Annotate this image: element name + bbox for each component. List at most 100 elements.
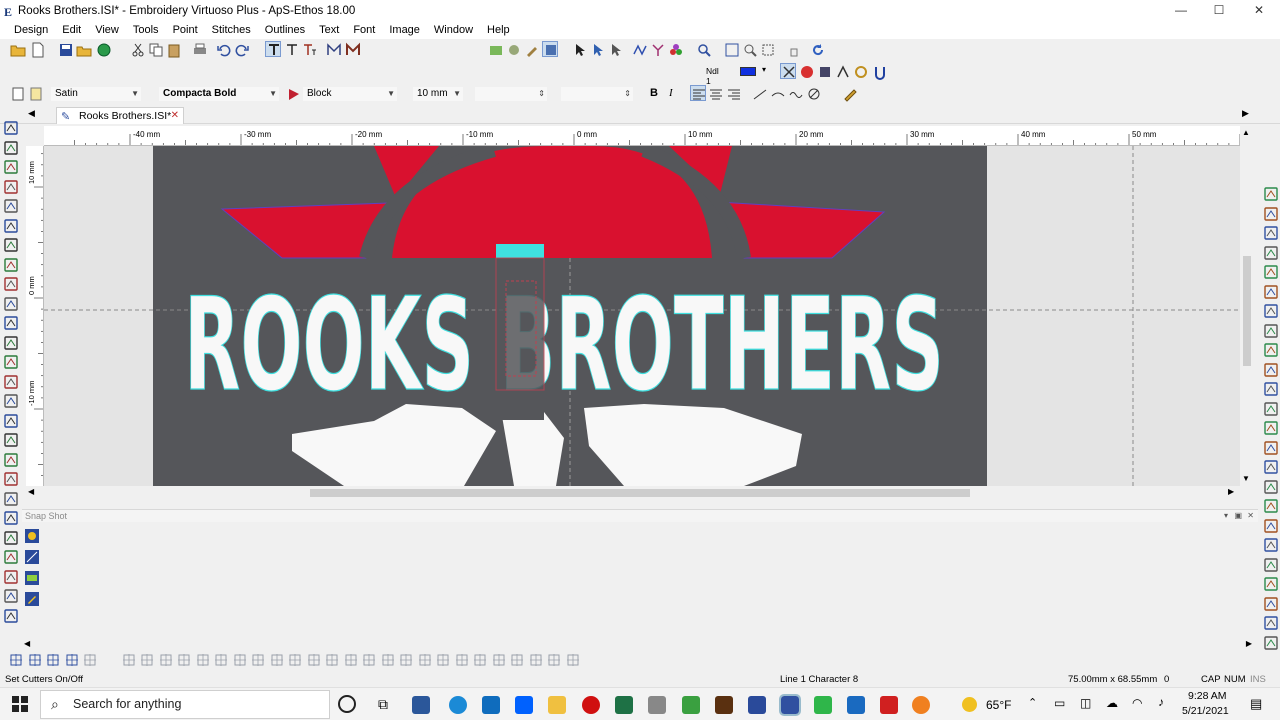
tab-rooks-brothers[interactable]: ✎ Rooks Brothers.ISI* ✕: [56, 107, 184, 124]
file-explorer-icon[interactable]: [548, 696, 566, 714]
align-tool-icon[interactable]: [176, 652, 192, 668]
align-tool-icon[interactable]: [361, 652, 377, 668]
green-app-icon[interactable]: [682, 696, 700, 714]
snap-panel-scrollbar[interactable]: ◀ ▶: [22, 639, 1258, 650]
align-tool-icon[interactable]: [417, 652, 433, 668]
text-size-select[interactable]: 10 mm ▼: [412, 86, 464, 102]
word-app-icon[interactable]: [412, 696, 430, 714]
clock-time[interactable]: 9:28 AM: [1188, 690, 1227, 702]
vertical-scroll-thumb[interactable]: [1243, 256, 1251, 366]
needle-color-swatch[interactable]: [740, 67, 756, 76]
tie-icon[interactable]: [835, 64, 851, 80]
palette-tool-icon[interactable]: [3, 120, 19, 136]
palette-tool-icon[interactable]: [3, 335, 19, 351]
baseline-circle-icon[interactable]: [806, 86, 822, 102]
envelope-edit-icon[interactable]: [842, 86, 858, 102]
zoom-out-icon[interactable]: [742, 42, 758, 58]
align-tool-icon[interactable]: [528, 652, 544, 668]
stitch-type-select[interactable]: Satin ▼: [50, 86, 142, 102]
panel-pin-icon[interactable]: ▣: [1234, 510, 1242, 522]
wifi-icon[interactable]: ◠: [1132, 696, 1142, 710]
redo-icon[interactable]: [234, 42, 250, 58]
palette-tool-icon[interactable]: [1263, 459, 1279, 475]
align-tool-icon[interactable]: [64, 652, 80, 668]
align-tool-icon[interactable]: [546, 652, 562, 668]
vertical-scrollbar[interactable]: ▲ ▼: [1240, 126, 1254, 486]
palette-tool-icon[interactable]: [1263, 479, 1279, 495]
align-tool-icon[interactable]: [287, 652, 303, 668]
palette-tool-icon[interactable]: [3, 432, 19, 448]
palette-tool-icon[interactable]: [1263, 518, 1279, 534]
embroidery-tool-icon[interactable]: [648, 696, 666, 714]
align-tool-icon[interactable]: [139, 652, 155, 668]
align-tool-icon[interactable]: [158, 652, 174, 668]
align-tool-icon[interactable]: [213, 652, 229, 668]
palette-tool-icon[interactable]: [3, 530, 19, 546]
palette-tool-icon[interactable]: [3, 257, 19, 273]
undo-icon[interactable]: [216, 42, 232, 58]
trim-icon[interactable]: [817, 64, 833, 80]
palette-tool-icon[interactable]: [1263, 245, 1279, 261]
stop-icon[interactable]: [799, 64, 815, 80]
fill-view-icon[interactable]: [542, 41, 558, 57]
align-tool-icon[interactable]: [380, 652, 396, 668]
palette-tool-icon[interactable]: [1263, 615, 1279, 631]
palette-tool-icon[interactable]: [1263, 557, 1279, 573]
align-tool-icon[interactable]: [565, 652, 581, 668]
properties-icon[interactable]: [10, 86, 26, 102]
palette-tool-icon[interactable]: [1263, 186, 1279, 202]
horizontal-scroll-thumb[interactable]: [310, 489, 970, 497]
menu-image[interactable]: Image: [382, 21, 427, 39]
align-tool-icon[interactable]: [121, 652, 137, 668]
virtuoso-taskbar-icon[interactable]: [748, 696, 766, 714]
close-window-button[interactable]: ✕: [1240, 0, 1278, 21]
cut-icon[interactable]: [130, 42, 146, 58]
palette-tool-icon[interactable]: [3, 296, 19, 312]
stitch-edit-icon[interactable]: [632, 42, 648, 58]
notes-icon[interactable]: [28, 86, 44, 102]
palette-tool-icon[interactable]: [1263, 596, 1279, 612]
cutter-icon[interactable]: [780, 63, 796, 79]
ups-app-icon[interactable]: [715, 696, 733, 714]
palette-tool-icon[interactable]: [3, 452, 19, 468]
align-tool-icon[interactable]: [491, 652, 507, 668]
palette-tool-icon[interactable]: [3, 471, 19, 487]
snapshot-pencil-icon[interactable]: [24, 591, 40, 607]
menu-design[interactable]: Design: [0, 21, 55, 39]
taskbar-search-box[interactable]: ⌕ Search for anything: [40, 690, 330, 719]
baseline-arc-icon[interactable]: [770, 86, 786, 102]
palette-tool-icon[interactable]: [3, 354, 19, 370]
font-select[interactable]: Compacta Bold ▼: [158, 86, 280, 102]
clock-date[interactable]: 5/21/2021: [1182, 705, 1229, 717]
orange-app-icon[interactable]: [912, 696, 930, 714]
snap-scroll-left-icon[interactable]: ◀: [24, 639, 30, 648]
align-tool-icon[interactable]: [343, 652, 359, 668]
palette-tool-icon[interactable]: [3, 218, 19, 234]
align-tool-icon[interactable]: [45, 652, 61, 668]
frame-out-icon[interactable]: [872, 64, 888, 80]
tablet-icon[interactable]: ▭: [1054, 696, 1065, 710]
notifications-icon[interactable]: ▤: [1250, 696, 1262, 712]
align-tool-icon[interactable]: [435, 652, 451, 668]
palette-tool-icon[interactable]: [3, 569, 19, 585]
paste-icon[interactable]: [166, 42, 182, 58]
excel-app-icon[interactable]: [615, 696, 633, 714]
dropbox-app-icon[interactable]: [515, 696, 533, 714]
align-right-icon[interactable]: [726, 86, 742, 102]
palette-tool-icon[interactable]: [1263, 323, 1279, 339]
design-view-icon[interactable]: [488, 42, 504, 58]
task-view-icon[interactable]: ⧉: [378, 696, 388, 713]
reshape-icon[interactable]: [608, 42, 624, 58]
open-folder-icon[interactable]: [10, 42, 26, 58]
menu-text[interactable]: Text: [312, 21, 346, 39]
globe-icon[interactable]: [96, 42, 112, 58]
palette-tool-icon[interactable]: [3, 276, 19, 292]
palette-tool-icon[interactable]: [1263, 342, 1279, 358]
monogram-icon[interactable]: [326, 42, 342, 58]
tab-scroll-left-icon[interactable]: ◀: [28, 108, 35, 119]
minimize-button[interactable]: —: [1162, 0, 1200, 21]
palette-tool-icon[interactable]: [3, 588, 19, 604]
volume-icon[interactable]: ♪: [1158, 695, 1164, 709]
save-folder-icon[interactable]: [76, 42, 92, 58]
snap-scroll-right-icon[interactable]: ▶: [1246, 639, 1252, 648]
